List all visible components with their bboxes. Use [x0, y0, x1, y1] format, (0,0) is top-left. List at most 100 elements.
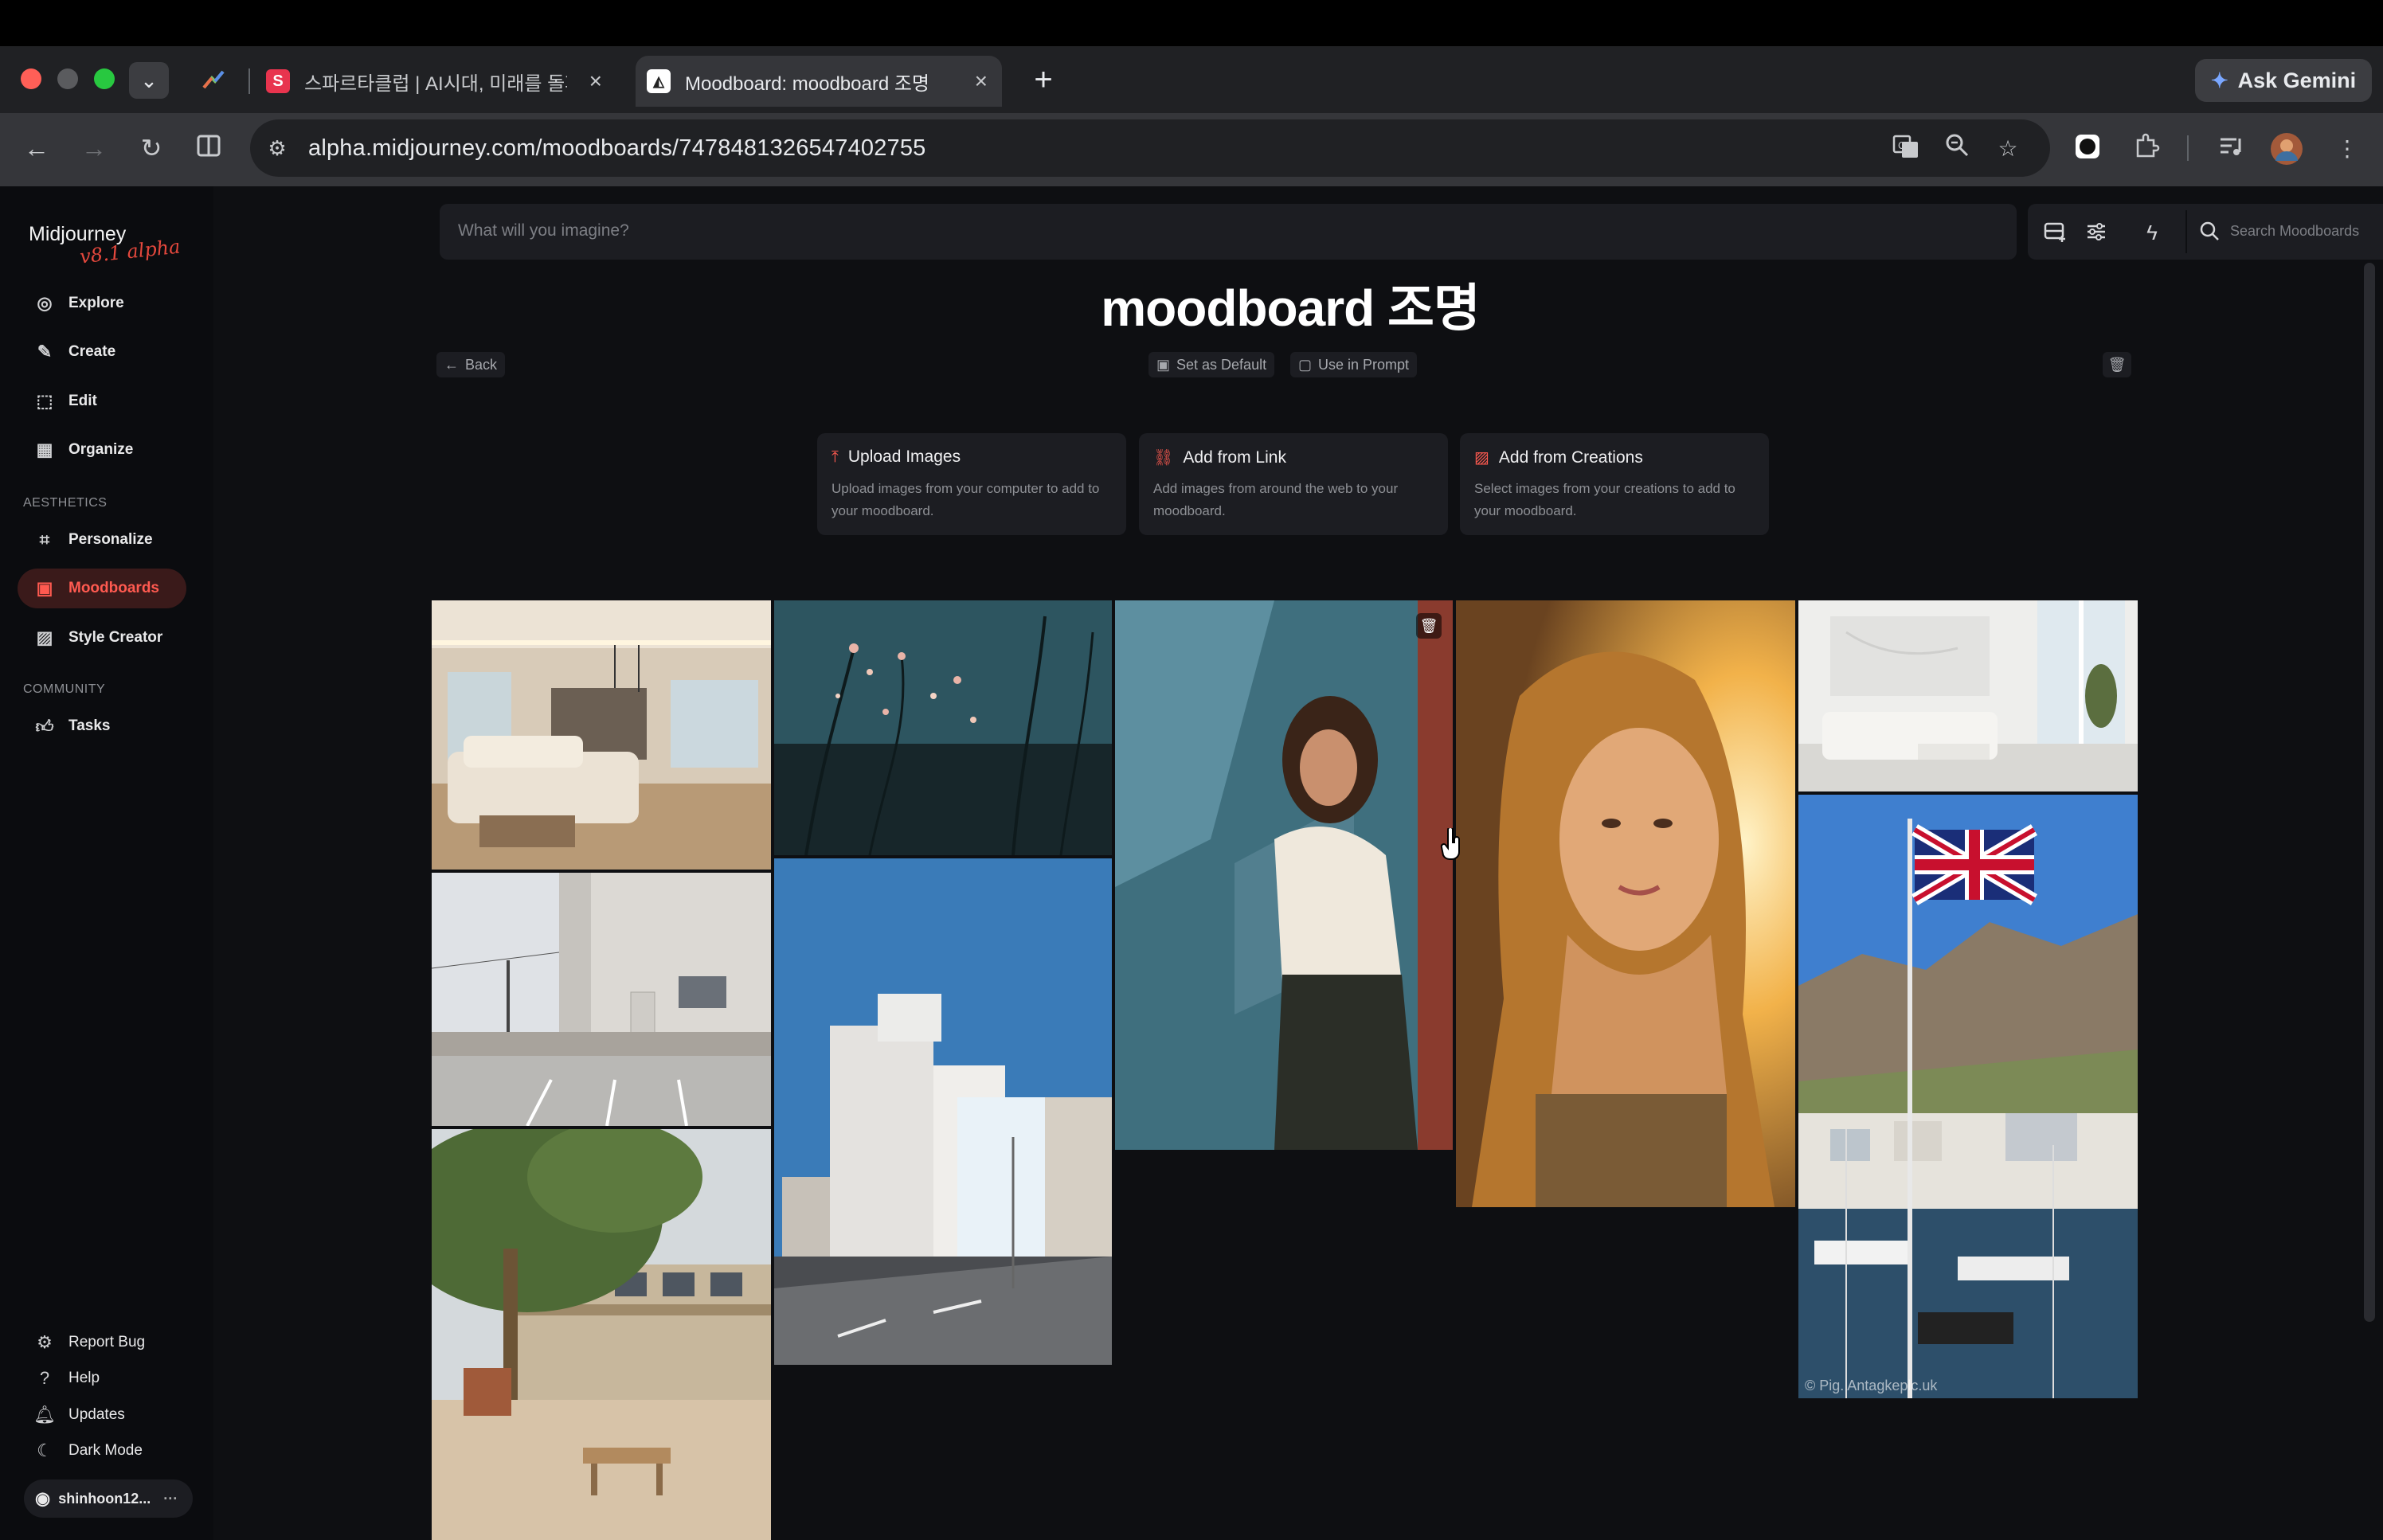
tab-title: 스파르타클럽 | AI시대, 미래를 돌파 — [304, 72, 567, 95]
sidebar-item-label: Personalize — [68, 531, 153, 548]
prompt-input[interactable] — [440, 204, 2017, 260]
ask-gemini-button[interactable]: ✦ Ask Gemini — [2195, 59, 2372, 102]
harbor-flag-image[interactable] — [1798, 795, 2138, 1398]
pinned-tab-icon[interactable] — [201, 67, 226, 92]
translate-icon[interactable]: G — [1889, 132, 1923, 166]
add-from-creations-card[interactable]: ▨ Add from Creations Select images from y… — [1460, 433, 1769, 535]
sidebar-item-label: Explore — [68, 295, 124, 311]
tab-moodboard[interactable]: ◭ Moodboard: moodboard 조명 × — [636, 56, 1002, 107]
card-title: Add from Creations — [1498, 448, 1643, 467]
more-icon[interactable]: ··· — [163, 1491, 178, 1507]
sidebar-item-explore[interactable]: ◎ Explore — [18, 283, 186, 323]
community-heading: COMMUNITY — [23, 682, 106, 696]
new-tab-plus-icon[interactable]: + — [1021, 57, 1066, 102]
lightning-icon[interactable]: ϟ — [2139, 220, 2165, 245]
sidebar-item-label: Report Bug — [68, 1334, 146, 1350]
aesthetics-heading: AESTHETICS — [23, 496, 108, 510]
sidebar-item-label: Updates — [68, 1406, 125, 1423]
extensions-puzzle-icon[interactable] — [2130, 132, 2163, 166]
sidebar-item-help[interactable]: ? Help — [18, 1358, 186, 1398]
edit-icon: ⬚ — [36, 391, 53, 411]
add-from-link-card[interactable]: ⛓ Add from Link Add images from around th… — [1139, 433, 1448, 535]
sidebar-item-moodboards[interactable]: ▣ Moodboards — [18, 569, 186, 608]
chrome-menu-icon[interactable]: ⋮ — [2330, 132, 2364, 166]
school-tree-image[interactable] — [432, 1129, 771, 1540]
delete-moodboard-icon[interactable]: 🗑︎ — [2103, 352, 2131, 377]
scrollbar[interactable] — [2364, 263, 2375, 1322]
sidebar-item-tasks[interactable]: 👍︎ Tasks — [18, 706, 186, 746]
sidebar-item-label: Organize — [68, 441, 134, 458]
toolbar-separator — [2187, 135, 2189, 161]
style-icon: ▨ — [36, 627, 53, 647]
user-menu[interactable]: ◉ shinhoon12... ··· — [24, 1479, 193, 1518]
prompt-placeholder: What will you imagine? — [458, 221, 629, 240]
back-arrow-icon[interactable]: ← — [21, 132, 53, 164]
white-interior-image[interactable] — [1798, 600, 2138, 791]
midjourney-favicon-icon: ◭ — [647, 69, 671, 93]
moon-icon: ☾ — [37, 1440, 53, 1460]
sidebar-item-label: Help — [68, 1370, 100, 1386]
personalize-icon: ⌗ — [39, 530, 50, 549]
profile-avatar[interactable] — [2270, 132, 2303, 166]
sidebar-item-label: Tasks — [68, 717, 111, 734]
set-as-default-button[interactable]: ▣ Set as Default — [1148, 352, 1275, 377]
forward-arrow-icon[interactable]: → — [78, 132, 110, 164]
back-label: Back — [465, 356, 498, 373]
sidebar-item-label: Dark Mode — [68, 1442, 143, 1459]
window-close-button[interactable] — [21, 68, 41, 89]
url-text[interactable]: alpha.midjourney.com/moodboards/74784813… — [308, 135, 926, 162]
sidebar-item-create[interactable]: ✎ Create — [18, 332, 186, 372]
close-tab-icon[interactable]: × — [975, 68, 988, 94]
living-room-image[interactable] — [432, 600, 771, 870]
card-title: Upload Images — [847, 448, 961, 466]
sidebar-item-style-creator[interactable]: ▨ Style Creator — [18, 618, 186, 658]
window-zoom-button[interactable] — [94, 68, 115, 89]
link-icon: ⛓ — [1153, 449, 1174, 467]
zoom-icon[interactable] — [1940, 132, 1974, 166]
site-settings-icon[interactable]: ⚙ — [263, 134, 292, 162]
building-parking-image[interactable] — [432, 873, 771, 1126]
back-button[interactable]: ← Back — [436, 352, 506, 377]
tab-search-chevron-icon[interactable]: ⌄ — [129, 62, 169, 99]
bookmark-star-icon[interactable]: ☆ — [1991, 132, 2025, 166]
sidebar-item-personalize[interactable]: ⌗ Personalize — [18, 520, 186, 560]
tab-separator — [248, 68, 250, 94]
sidebar-item-edit[interactable]: ⬚ Edit — [18, 381, 186, 421]
settings-sliders-icon[interactable] — [2084, 220, 2109, 245]
woman-shadow-image[interactable] — [1115, 600, 1453, 1150]
media-control-icon[interactable] — [2214, 132, 2248, 166]
set-default-label: Set as Default — [1176, 356, 1267, 373]
city-street-image[interactable] — [774, 858, 1112, 1365]
prompt-icon: ▢ — [1298, 356, 1313, 373]
toolbar-divider — [2185, 210, 2187, 253]
extension-circle-icon[interactable] — [2071, 132, 2104, 166]
sidebar-item-label: Moodboards — [68, 580, 159, 596]
sidebar-item-report-bug[interactable]: ⚙ Report Bug — [18, 1323, 186, 1362]
use-in-prompt-button[interactable]: ▢ Use in Prompt — [1290, 352, 1418, 377]
tab-sparta[interactable]: S 스파르타클럽 | AI시대, 미래를 돌파 × — [266, 56, 616, 107]
grid-icon: ▦ — [36, 440, 53, 459]
tab-title: Moodboard: moodboard 조명 — [685, 72, 929, 95]
page-title: moodboard 조명 — [1101, 279, 1481, 337]
flowers-image[interactable] — [774, 600, 1112, 855]
close-tab-icon[interactable]: × — [589, 68, 602, 94]
svg-text:G: G — [1898, 140, 1905, 151]
sidebar-item-dark-mode[interactable]: ☾ Dark Mode — [18, 1431, 186, 1471]
image-prompt-icon[interactable] — [2042, 220, 2068, 245]
reload-icon[interactable]: ↻ — [135, 132, 167, 164]
search-moodboards-input[interactable]: Search Moodboards — [2230, 223, 2359, 240]
sidebar-item-updates[interactable]: 🔔︎ Updates — [18, 1395, 186, 1435]
woman-portrait-image[interactable] — [1456, 600, 1795, 1207]
window-minimize-button[interactable] — [57, 68, 78, 89]
remove-image-trash-icon[interactable]: 🗑︎ — [1416, 613, 1442, 639]
user-icon: ◉ — [35, 1488, 51, 1508]
upload-images-card[interactable]: ⤒ Upload Images Upload images from your c… — [817, 433, 1126, 535]
thumbs-up-icon: 👍︎ — [35, 716, 54, 737]
sidebar-item-label: Edit — [68, 393, 97, 409]
split-view-icon[interactable] — [193, 132, 225, 164]
sidebar-item-organize[interactable]: ▦ Organize — [18, 430, 186, 470]
creations-icon: ▨ — [1474, 449, 1489, 467]
bell-icon: 🔔︎ — [33, 1405, 56, 1425]
upload-icon: ⤒ — [832, 448, 839, 466]
sparta-favicon-icon: S — [266, 69, 290, 93]
